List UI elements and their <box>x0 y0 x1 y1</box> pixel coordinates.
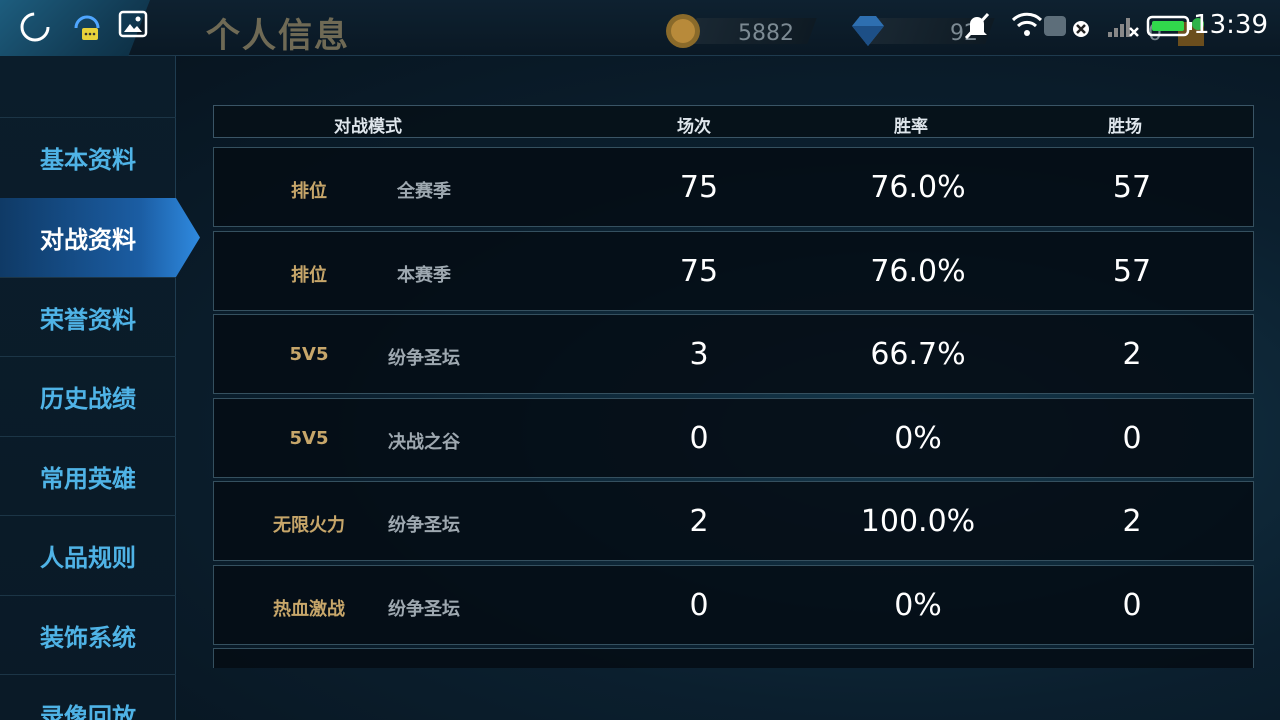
mode-sub-label: 纷争圣坛 <box>388 348 460 369</box>
table-row: 排位 全赛季 75 76.0% 57 <box>213 147 1254 227</box>
header-mode: 对战模式 <box>334 117 402 137</box>
win-rate-value: 100.0% <box>860 504 976 539</box>
sidebar-item-honor-info[interactable]: 荣誉资料 <box>0 277 176 356</box>
table-row: 热血激战 纷争圣坛 0 0% 0 <box>213 565 1254 645</box>
mode-sub-label: 纷争圣坛 <box>388 599 460 620</box>
wins-value: 57 <box>1112 170 1152 205</box>
mute-notification-icon <box>964 12 990 40</box>
table-row: 5V5 纷争圣坛 3 66.7% 2 <box>213 314 1254 394</box>
table-row-partial <box>213 648 1254 668</box>
table-row: 排位 本赛季 75 76.0% 57 <box>213 231 1254 311</box>
games-value: 75 <box>679 170 719 205</box>
chat-headset-icon <box>74 15 100 40</box>
mode-label: 排位 <box>291 265 327 286</box>
sidebar-item-label: 录像回放 <box>40 702 136 720</box>
wins-value: 0 <box>1122 421 1142 456</box>
header-games: 场次 <box>677 117 711 137</box>
sidebar-item-label: 常用英雄 <box>40 464 136 493</box>
page-title: 个人信息 <box>206 16 350 56</box>
gold-coin-icon <box>666 14 700 48</box>
win-rate-value: 66.7% <box>870 337 966 372</box>
wins-value: 0 <box>1122 588 1142 623</box>
win-rate-value: 76.0% <box>870 254 966 289</box>
diamond-icon <box>852 16 884 46</box>
win-rate-value: 0% <box>894 421 942 456</box>
sidebar-item-label: 装饰系统 <box>40 623 136 652</box>
sidebar-item-label: 对战资料 <box>40 226 136 254</box>
signal-icon <box>1108 18 1139 37</box>
wifi-icon <box>1011 12 1043 36</box>
header-wins: 胜场 <box>1108 117 1142 137</box>
games-value: 0 <box>689 421 709 456</box>
sidebar-item-common-heroes[interactable]: 常用英雄 <box>0 436 176 515</box>
games-value: 0 <box>689 588 709 623</box>
mode-sub-label: 全赛季 <box>397 181 451 202</box>
table-row: 5V5 决战之谷 0 0% 0 <box>213 398 1254 478</box>
games-value: 2 <box>689 504 709 539</box>
gallery-icon <box>118 10 148 38</box>
mode-sub-label: 决战之谷 <box>388 432 460 453</box>
game-mode-icon <box>1044 16 1089 37</box>
header-win-rate: 胜率 <box>894 117 928 137</box>
status-clock: 13:39 <box>1193 10 1268 40</box>
mode-label: 排位 <box>291 181 327 202</box>
gold-amount: 5882 <box>738 21 794 46</box>
win-rate-value: 0% <box>894 588 942 623</box>
mode-label: 热血激战 <box>273 599 345 620</box>
top-bar: 个人信息 5882 92 0 13:39 <box>0 0 1280 70</box>
wins-value: 2 <box>1122 504 1142 539</box>
mode-sub-label: 纷争圣坛 <box>388 515 460 536</box>
games-value: 3 <box>689 337 709 372</box>
mode-label: 5V5 <box>289 344 329 365</box>
games-value: 75 <box>679 254 719 289</box>
sidebar-item-battle-info[interactable]: 对战资料 <box>0 198 200 277</box>
sidebar-item-match-history[interactable]: 历史战绩 <box>0 356 176 435</box>
sidebar-item-label: 历史战绩 <box>40 384 136 413</box>
stats-table-header: 对战模式 场次 胜率 胜场 <box>213 105 1254 138</box>
battery-icon <box>1146 15 1192 37</box>
sidebar-item-basic-info[interactable]: 基本资料 <box>0 117 176 196</box>
table-row: 无限火力 纷争圣坛 2 100.0% 2 <box>213 481 1254 561</box>
sidebar-item-label: 基本资料 <box>40 145 136 174</box>
mode-label: 无限火力 <box>273 515 345 536</box>
sidebar: 基本资料 对战资料 荣誉资料 历史战绩 常用英雄 人品规则 装饰系统 录像回放 <box>0 56 200 720</box>
sidebar-item-label: 人品规则 <box>40 543 136 572</box>
wins-value: 2 <box>1122 337 1142 372</box>
win-rate-value: 76.0% <box>870 170 966 205</box>
gold-counter: 5882 <box>662 12 822 48</box>
sidebar-item-replay[interactable]: 录像回放 <box>0 674 176 720</box>
sidebar-item-decoration-system[interactable]: 装饰系统 <box>0 595 176 674</box>
loading-ring-icon <box>20 12 50 42</box>
sidebar-item-credit-rules[interactable]: 人品规则 <box>0 515 176 594</box>
wins-value: 57 <box>1112 254 1152 289</box>
mode-label: 5V5 <box>289 428 329 449</box>
sidebar-item-label: 荣誉资料 <box>40 305 136 334</box>
mode-sub-label: 本赛季 <box>397 265 451 286</box>
